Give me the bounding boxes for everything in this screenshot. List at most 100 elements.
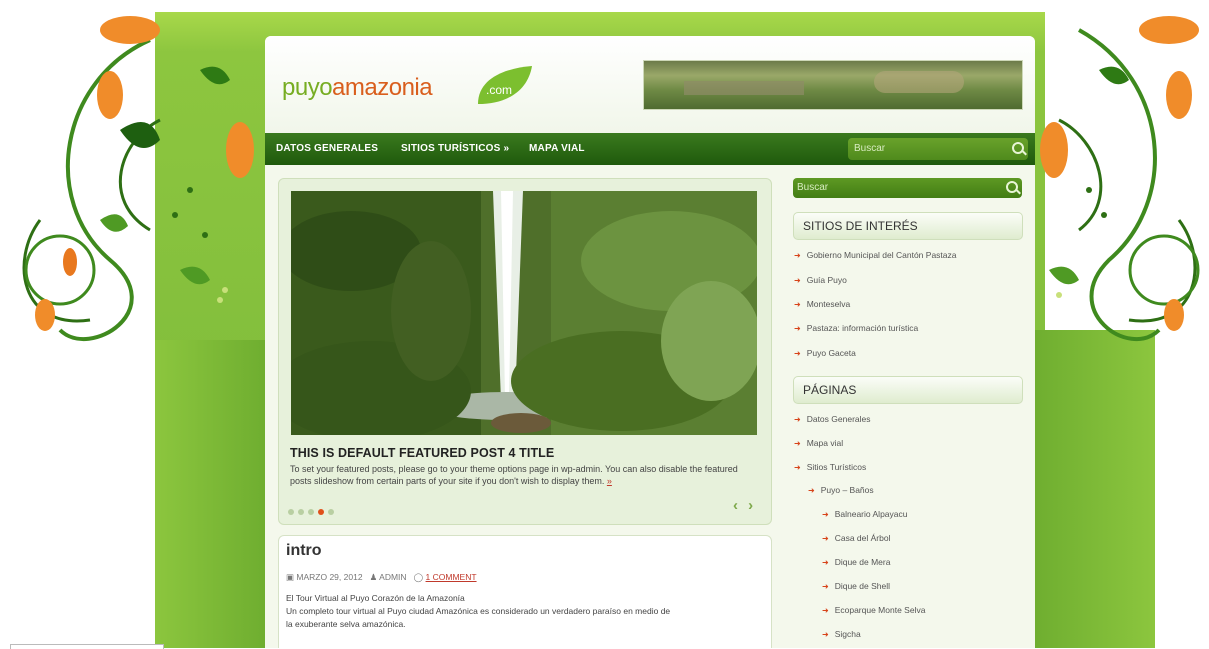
link-text: Sitios Turísticos xyxy=(806,462,867,472)
post-comments-link[interactable]: 1 COMMENT xyxy=(426,572,477,582)
featured-excerpt-text: To set your featured posts, please go to… xyxy=(290,464,738,486)
link-text: Puyo Gaceta xyxy=(806,348,856,358)
search-icon[interactable] xyxy=(1012,142,1024,154)
banner-shape xyxy=(684,81,804,95)
widget-title-paginas: PÁGINAS xyxy=(793,376,1023,404)
post-line: El Tour Virtual al Puyo Corazón de la Am… xyxy=(286,593,465,603)
header-banner-image xyxy=(643,60,1023,110)
waterfall-illustration xyxy=(291,191,757,435)
sidebar-link[interactable]: ➜ Datos Generales xyxy=(794,414,871,424)
arrow-icon: ➜ xyxy=(808,486,815,495)
link-text: Dique de Mera xyxy=(834,557,891,567)
arrow-icon: ➜ xyxy=(794,300,801,309)
post-author[interactable]: ADMIN xyxy=(379,572,406,582)
comment-icon: ◯ xyxy=(413,572,424,582)
nav-item-sitios-turisticos[interactable]: SITIOS TURÍSTICOS » xyxy=(401,143,509,154)
read-more-link[interactable]: » xyxy=(607,476,612,486)
leaf-logo-icon: .com xyxy=(478,66,532,104)
arrow-icon: ➜ xyxy=(794,349,801,358)
calendar-icon: ▣ xyxy=(286,572,295,582)
arrow-icon: ➜ xyxy=(822,630,829,639)
widget-title-text: PÁGINAS xyxy=(803,383,857,397)
sidebar-link[interactable]: ➜ Monteselva xyxy=(794,299,850,309)
featured-post-title[interactable]: THIS IS DEFAULT FEATURED POST 4 TITLE xyxy=(290,446,554,460)
link-text: Gobierno Municipal del Cantón Pastaza xyxy=(806,250,957,260)
post-title[interactable]: intro xyxy=(286,542,322,560)
widget-title-sitios-de-interes: SITIOS DE INTERÉS xyxy=(793,212,1023,240)
post-line: Un completo tour virtual al Puyo ciudad … xyxy=(286,606,671,616)
nav-search-placeholder: Buscar xyxy=(854,143,886,154)
arrow-icon: ➜ xyxy=(794,415,801,424)
arrow-icon: ➜ xyxy=(822,606,829,615)
link-text: Casa del Árbol xyxy=(834,533,891,543)
sidebar-link[interactable]: ➜ Puyo – Baños xyxy=(808,485,874,495)
link-text: Monteselva xyxy=(806,299,851,309)
slider-dot[interactable] xyxy=(288,509,294,515)
arrow-icon: ➜ xyxy=(794,251,801,260)
page-container: puyoamazonia .com DATOS GENERALES SITIOS… xyxy=(265,36,1035,648)
slider-dot[interactable] xyxy=(308,509,314,515)
arrow-icon: ➜ xyxy=(822,582,829,591)
slider-prev-icon[interactable]: ‹ xyxy=(733,497,738,514)
status-popup-edge xyxy=(10,644,164,649)
link-text: Balneario Alpayacu xyxy=(834,509,908,519)
slider-pagination xyxy=(288,502,338,520)
link-text: Guía Puyo xyxy=(806,275,847,285)
sidebar-link[interactable]: ➜ Dique de Shell xyxy=(822,581,890,591)
nav-search-input[interactable]: Buscar xyxy=(848,138,1028,160)
arrow-icon: ➜ xyxy=(822,510,829,519)
slider-dot-active[interactable] xyxy=(318,509,324,515)
link-text: Mapa vial xyxy=(806,438,844,448)
logo-part2: amazonia xyxy=(332,74,433,101)
search-icon[interactable] xyxy=(1006,181,1018,193)
post-body: El Tour Virtual al Puyo Corazón de la Am… xyxy=(286,592,756,631)
banner-shape xyxy=(874,71,964,93)
sidebar-search-placeholder: Buscar xyxy=(797,182,829,193)
widget-title-text: SITIOS DE INTERÉS xyxy=(803,219,918,233)
arrow-icon: ➜ xyxy=(822,558,829,567)
slider-dot[interactable] xyxy=(298,509,304,515)
nav-item-datos-generales[interactable]: DATOS GENERALES xyxy=(276,143,378,154)
logo-tld: .com xyxy=(486,83,512,97)
main-navigation: DATOS GENERALES SITIOS TURÍSTICOS » MAPA… xyxy=(265,133,1035,165)
arrow-icon: ➜ xyxy=(794,463,801,472)
sidebar-search-input[interactable]: Buscar xyxy=(793,178,1022,198)
sidebar-link[interactable]: ➜ Balneario Alpayacu xyxy=(822,509,907,519)
sidebar-link[interactable]: ➜ Ecoparque Monte Selva xyxy=(822,605,925,615)
link-text: Sigcha xyxy=(834,629,861,639)
slider-dot[interactable] xyxy=(328,509,334,515)
sidebar-link[interactable]: ➜ Gobierno Municipal del Cantón Pastaza xyxy=(794,250,957,260)
featured-slider: THIS IS DEFAULT FEATURED POST 4 TITLE To… xyxy=(278,178,772,525)
sidebar-link[interactable]: ➜ Sigcha xyxy=(822,629,861,639)
left-floral-decoration xyxy=(22,16,254,342)
sidebar-link[interactable]: ➜ Sitios Turísticos xyxy=(794,462,866,472)
sidebar-link[interactable]: ➜ Dique de Mera xyxy=(822,557,890,567)
nav-item-mapa-vial[interactable]: MAPA VIAL xyxy=(529,143,585,154)
post-meta: ▣ MARZO 29, 2012 ♟ ADMIN ◯ 1 COMMENT xyxy=(286,572,477,583)
logo-part1: puyo xyxy=(282,74,333,101)
slider-arrows: ‹ › xyxy=(733,497,753,514)
featured-image-waterfall[interactable] xyxy=(291,191,757,435)
site-logo[interactable]: puyoamazonia xyxy=(282,74,433,102)
arrow-icon: ➜ xyxy=(794,276,801,285)
sidebar-link[interactable]: ➜ Pastaza: información turística xyxy=(794,323,918,333)
sidebar-link[interactable]: ➜ Puyo Gaceta xyxy=(794,348,856,358)
link-text: Puyo – Baños xyxy=(820,485,874,495)
sidebar: Buscar SITIOS DE INTERÉS ➜ Gobierno Munic… xyxy=(793,178,1023,648)
link-text: Datos Generales xyxy=(806,414,871,424)
right-floral-decoration xyxy=(1040,16,1200,342)
sidebar-link[interactable]: ➜ Guía Puyo xyxy=(794,275,847,285)
slider-next-icon[interactable]: › xyxy=(748,497,753,514)
link-text: Pastaza: información turística xyxy=(806,323,919,333)
arrow-icon: ➜ xyxy=(794,439,801,448)
post-intro: intro ▣ MARZO 29, 2012 ♟ ADMIN ◯ 1 COMME… xyxy=(278,535,772,648)
featured-post-excerpt: To set your featured posts, please go to… xyxy=(290,463,760,487)
sidebar-link[interactable]: ➜ Casa del Árbol xyxy=(822,533,890,543)
arrow-icon: ➜ xyxy=(822,534,829,543)
sidebar-link[interactable]: ➜ Mapa vial xyxy=(794,438,843,448)
author-icon: ♟ xyxy=(369,572,378,582)
arrow-icon: ➜ xyxy=(794,324,801,333)
post-date: MARZO 29, 2012 xyxy=(296,572,363,582)
link-text: Dique de Shell xyxy=(834,581,890,591)
link-text: Ecoparque Monte Selva xyxy=(834,605,926,615)
